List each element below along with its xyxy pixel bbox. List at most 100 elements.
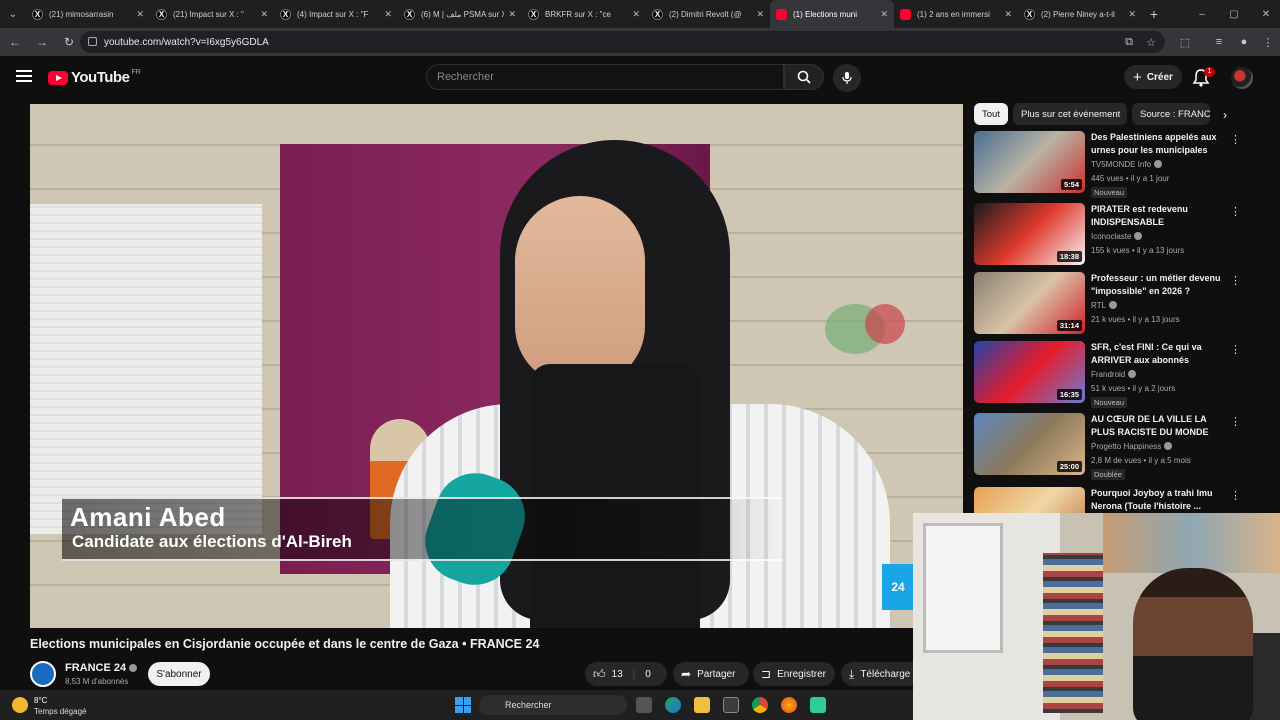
media-control-icon[interactable]: ≡ [1211,34,1227,50]
close-tab-icon[interactable]: ✕ [260,9,268,20]
browser-tab[interactable]: X (4) Impact sur X : "F ✕ [274,0,398,28]
weather-moon-icon[interactable] [12,697,28,713]
video-duration: 5:54 [1060,179,1082,190]
back-button[interactable]: ← [3,30,27,54]
browser-tab[interactable]: X (6) M | ملف PSMA sur X ✕ [398,0,522,28]
install-app-icon[interactable]: ⧉ [1121,34,1137,50]
task-view-icon[interactable] [636,697,652,713]
close-tab-icon[interactable]: ✕ [880,9,888,20]
close-tab-icon[interactable]: ✕ [1004,9,1012,20]
forward-button[interactable]: → [30,30,54,54]
search-button[interactable] [784,64,824,90]
youtube-logo-text: YouTube [71,69,130,86]
video-thumbnail[interactable]: 16:35 [974,341,1085,403]
create-button[interactable]: + Créer [1124,65,1182,89]
edge-icon[interactable] [665,697,681,713]
subscribe-button[interactable]: S'abonner [148,662,210,686]
channel-name[interactable]: FRANCE 24 [65,662,138,674]
browser-menu-icon[interactable]: ⋮ [1260,34,1276,50]
more-options-icon[interactable]: ⋮ [1230,133,1241,146]
recommendation-channel[interactable]: Frandroid [1091,370,1137,379]
weather-temperature[interactable]: 8°C [34,696,47,705]
webcam-overlay [913,513,1280,720]
close-tab-icon[interactable]: ✕ [508,9,516,20]
recommendation-title[interactable]: Des Palestiniens appelés aux urnes pour … [1091,131,1229,157]
close-tab-icon[interactable]: ✕ [1128,9,1136,20]
new-tab-button[interactable]: + [1142,6,1166,22]
create-label: Créer [1146,71,1173,83]
channel-avatar[interactable] [30,661,56,687]
site-info-icon[interactable] [88,37,97,46]
tab-search-button[interactable]: ⌄ [0,0,26,28]
recommendation-channel[interactable]: RTL [1091,301,1117,310]
like-icon[interactable]: 👍︎ [593,667,606,682]
maximize-button[interactable]: ▢ [1218,0,1250,28]
address-bar[interactable]: youtube.com/watch?v=I6xg5y6GDLA [80,31,1165,53]
recommendation-channel[interactable]: Iconoclaste [1091,232,1143,241]
country-code: FR [131,69,141,76]
chip-source[interactable]: Source : FRANCE [1132,103,1210,125]
save-button[interactable]: ⊐ Enregistrer [753,662,835,686]
account-avatar[interactable] [1231,67,1253,89]
close-tab-icon[interactable]: ✕ [756,9,764,20]
youtube-logo[interactable]: YouTube FR [48,69,141,86]
browser-tab[interactable]: X (2) Pierre Niney a-t-il ✕ [1018,0,1142,28]
video-thumbnail[interactable]: 18:38 [974,203,1085,265]
minimize-button[interactable]: – [1186,0,1218,28]
close-tab-icon[interactable]: ✕ [384,9,392,20]
download-button[interactable]: ⤓ Télécharge [841,662,913,686]
store-icon[interactable] [723,697,739,713]
recommendation-title[interactable]: SFR, c'est FINI : Ce qui va ARRIVER aux … [1091,341,1229,367]
app-icon[interactable] [810,697,826,713]
like-count[interactable]: 13 [612,669,623,680]
more-options-icon[interactable]: ⋮ [1230,415,1241,428]
recommendation-title[interactable]: Professeur : un métier devenu "impossibl… [1091,272,1229,298]
firefox-icon[interactable] [781,697,797,713]
recommendation-item[interactable]: 31:14 Professeur : un métier devenu "impo… [974,272,1241,336]
recommendation-item[interactable]: 18:38 PIRATER est redevenu INDISPENSABLE I… [974,203,1241,267]
x-icon: X [404,8,415,20]
chrome-icon[interactable] [752,697,768,713]
close-tab-icon[interactable]: ✕ [136,9,144,20]
chevron-right-icon[interactable]: › [1218,108,1232,122]
search-input[interactable]: Rechercher [426,64,784,90]
browser-tab[interactable]: (1) 2 ans en immersi ✕ [894,0,1018,28]
browser-tab[interactable]: X (21) mimosarrasin ✕ [26,0,150,28]
browser-tab[interactable]: X (2) Dimitri Revolt (@ ✕ [646,0,770,28]
recommendation-title[interactable]: Pourquoi Joyboy a trahi Imu Nerona (Tout… [1091,487,1229,513]
close-tab-icon[interactable]: ✕ [632,9,640,20]
recommendation-channel[interactable]: Progetto Happiness [1091,442,1173,451]
bookmark-star-icon[interactable]: ☆ [1143,34,1159,50]
dislike-count[interactable]: 0 [645,669,651,680]
chip-all[interactable]: Tout [974,103,1008,125]
close-window-button[interactable]: ✕ [1250,0,1280,28]
hamburger-menu-icon[interactable] [16,70,32,82]
recommendation-item[interactable]: 16:35 SFR, c'est FINI : Ce qui va ARRIVER… [974,341,1241,408]
browser-tab[interactable]: X BRKFR sur X : "ce ✕ [522,0,646,28]
reload-button[interactable]: ↻ [57,30,81,54]
more-options-icon[interactable]: ⋮ [1230,205,1241,218]
extensions-icon[interactable]: ⬚ [1177,34,1193,50]
recommendation-item[interactable]: 25:00 AU CŒUR DE LA VILLE LA PLUS RACISTE… [974,413,1241,480]
recommendation-title[interactable]: AU CŒUR DE LA VILLE LA PLUS RACISTE DU M… [1091,413,1229,439]
recommendation-title[interactable]: PIRATER est redevenu INDISPENSABLE [1091,203,1229,229]
taskbar-search-input[interactable]: Rechercher [479,695,627,715]
recommendation-item[interactable]: 5:54 Des Palestiniens appelés aux urnes p… [974,131,1241,198]
more-options-icon[interactable]: ⋮ [1230,489,1241,502]
recommendation-channel[interactable]: TV5MONDE Info [1091,160,1163,169]
chip-event[interactable]: Plus sur cet événement [1013,103,1127,125]
voice-search-button[interactable] [833,64,861,92]
profile-icon[interactable]: ● [1236,34,1252,50]
more-options-icon[interactable]: ⋮ [1230,274,1241,287]
share-button[interactable]: ➦ Partager [673,662,749,686]
video-thumbnail[interactable]: 31:14 [974,272,1085,334]
browser-tab[interactable]: X (21) Impact sur X : " ✕ [150,0,274,28]
video-thumbnail[interactable]: 25:00 [974,413,1085,475]
browser-tab[interactable]: (1) Elections muni ✕ [770,0,894,28]
windows-start-icon[interactable] [455,697,471,713]
video-thumbnail[interactable]: 5:54 [974,131,1085,193]
weather-description[interactable]: Temps dégagé [34,707,86,716]
file-explorer-icon[interactable] [694,697,710,713]
more-options-icon[interactable]: ⋮ [1230,343,1241,356]
video-player[interactable]: Amani Abed Candidate aux élections d'Al-… [30,104,963,628]
